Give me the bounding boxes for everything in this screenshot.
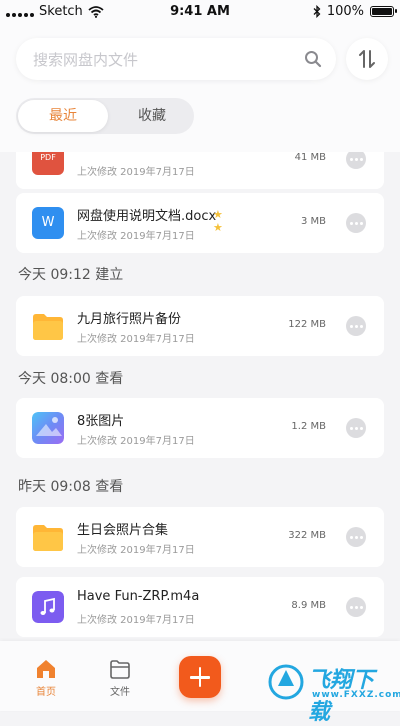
- pdf-icon-label: PDF: [40, 153, 56, 162]
- search-placeholder: 搜索网盘内文件: [33, 51, 139, 69]
- file-name: 生日会照片合集: [77, 523, 169, 538]
- file-date: 上次修改 2019年7月17日: [77, 334, 195, 345]
- more-button[interactable]: [346, 149, 366, 169]
- file-size: 322 MB: [288, 530, 326, 541]
- tab-favorites[interactable]: 收藏: [112, 98, 192, 134]
- add-button[interactable]: [179, 656, 221, 698]
- file-size: 3 MB: [300, 216, 326, 227]
- file-name: 8张图片: [77, 414, 125, 429]
- nav-files[interactable]: 文件: [100, 659, 140, 698]
- file-date: 上次修改 2019年7月17日: [77, 436, 195, 447]
- more-button[interactable]: [346, 418, 366, 438]
- top-bar: 搜索网盘内文件 最近 收藏: [0, 24, 400, 152]
- word-icon: W: [32, 207, 64, 239]
- file-card-folder[interactable]: 生日会照片合集 上次修改 2019年7月17日 322 MB: [16, 507, 384, 567]
- file-date: 上次修改 2019年7月17日: [77, 231, 195, 242]
- image-icon: [32, 412, 64, 444]
- folder-icon: [33, 314, 63, 340]
- file-name: 网盘使用说明文档.docx: [77, 209, 217, 224]
- sort-button[interactable]: [346, 38, 388, 80]
- file-name: Have Fun-ZRP.m4a: [77, 589, 200, 604]
- file-size: 122 MB: [288, 319, 326, 330]
- watermark-icon: [268, 664, 304, 700]
- file-date: 上次修改 2019年7月17日: [77, 615, 195, 626]
- more-button[interactable]: [346, 597, 366, 617]
- file-card-folder[interactable]: 九月旅行照片备份 上次修改 2019年7月17日 122 MB: [16, 296, 384, 356]
- nav-home-label: 首页: [36, 687, 56, 698]
- file-size: 41 MB: [294, 152, 326, 163]
- word-icon-label: W: [41, 215, 55, 230]
- watermark-url: www.FXXZ.com: [312, 690, 400, 700]
- more-button[interactable]: [346, 316, 366, 336]
- section-title: 今天 09:12 建立: [18, 267, 124, 283]
- file-size: 1.2 MB: [291, 421, 326, 432]
- search-input[interactable]: 搜索网盘内文件: [16, 38, 336, 80]
- more-button[interactable]: [346, 213, 366, 233]
- file-card-audio[interactable]: Have Fun-ZRP.m4a 上次修改 2019年7月17日 8.9 MB: [16, 577, 384, 637]
- nav-home[interactable]: 首页: [26, 659, 66, 698]
- search-icon[interactable]: [304, 50, 322, 68]
- music-icon: [32, 591, 64, 623]
- home-icon: [37, 660, 55, 678]
- more-button[interactable]: [346, 527, 366, 547]
- file-date: 上次修改 2019年7月17日: [77, 545, 195, 556]
- watermark-logo: 飞翔下载 www.FXXZ.com: [268, 658, 400, 725]
- file-card-docx[interactable]: W 网盘使用说明文档.docx ★ ★ 上次修改 2019年7月17日 3 MB: [16, 193, 384, 253]
- file-date: 上次修改 2019年7月17日: [77, 167, 195, 178]
- section-title: 今天 08:00 查看: [18, 371, 124, 387]
- sort-icon: [359, 50, 375, 68]
- tab-recent[interactable]: 最近: [18, 100, 108, 132]
- file-size: 8.9 MB: [291, 600, 326, 611]
- file-name: 九月旅行照片备份: [77, 312, 182, 327]
- nav-files-label: 文件: [110, 687, 130, 698]
- folder-icon: [110, 660, 130, 679]
- section-title: 昨天 09:08 查看: [18, 479, 124, 495]
- tab-switcher: 最近 收藏: [16, 98, 194, 134]
- star-icon: ★ ★: [213, 208, 223, 234]
- file-card-images[interactable]: 8张图片 上次修改 2019年7月17日 1.2 MB: [16, 398, 384, 458]
- folder-icon: [33, 525, 63, 551]
